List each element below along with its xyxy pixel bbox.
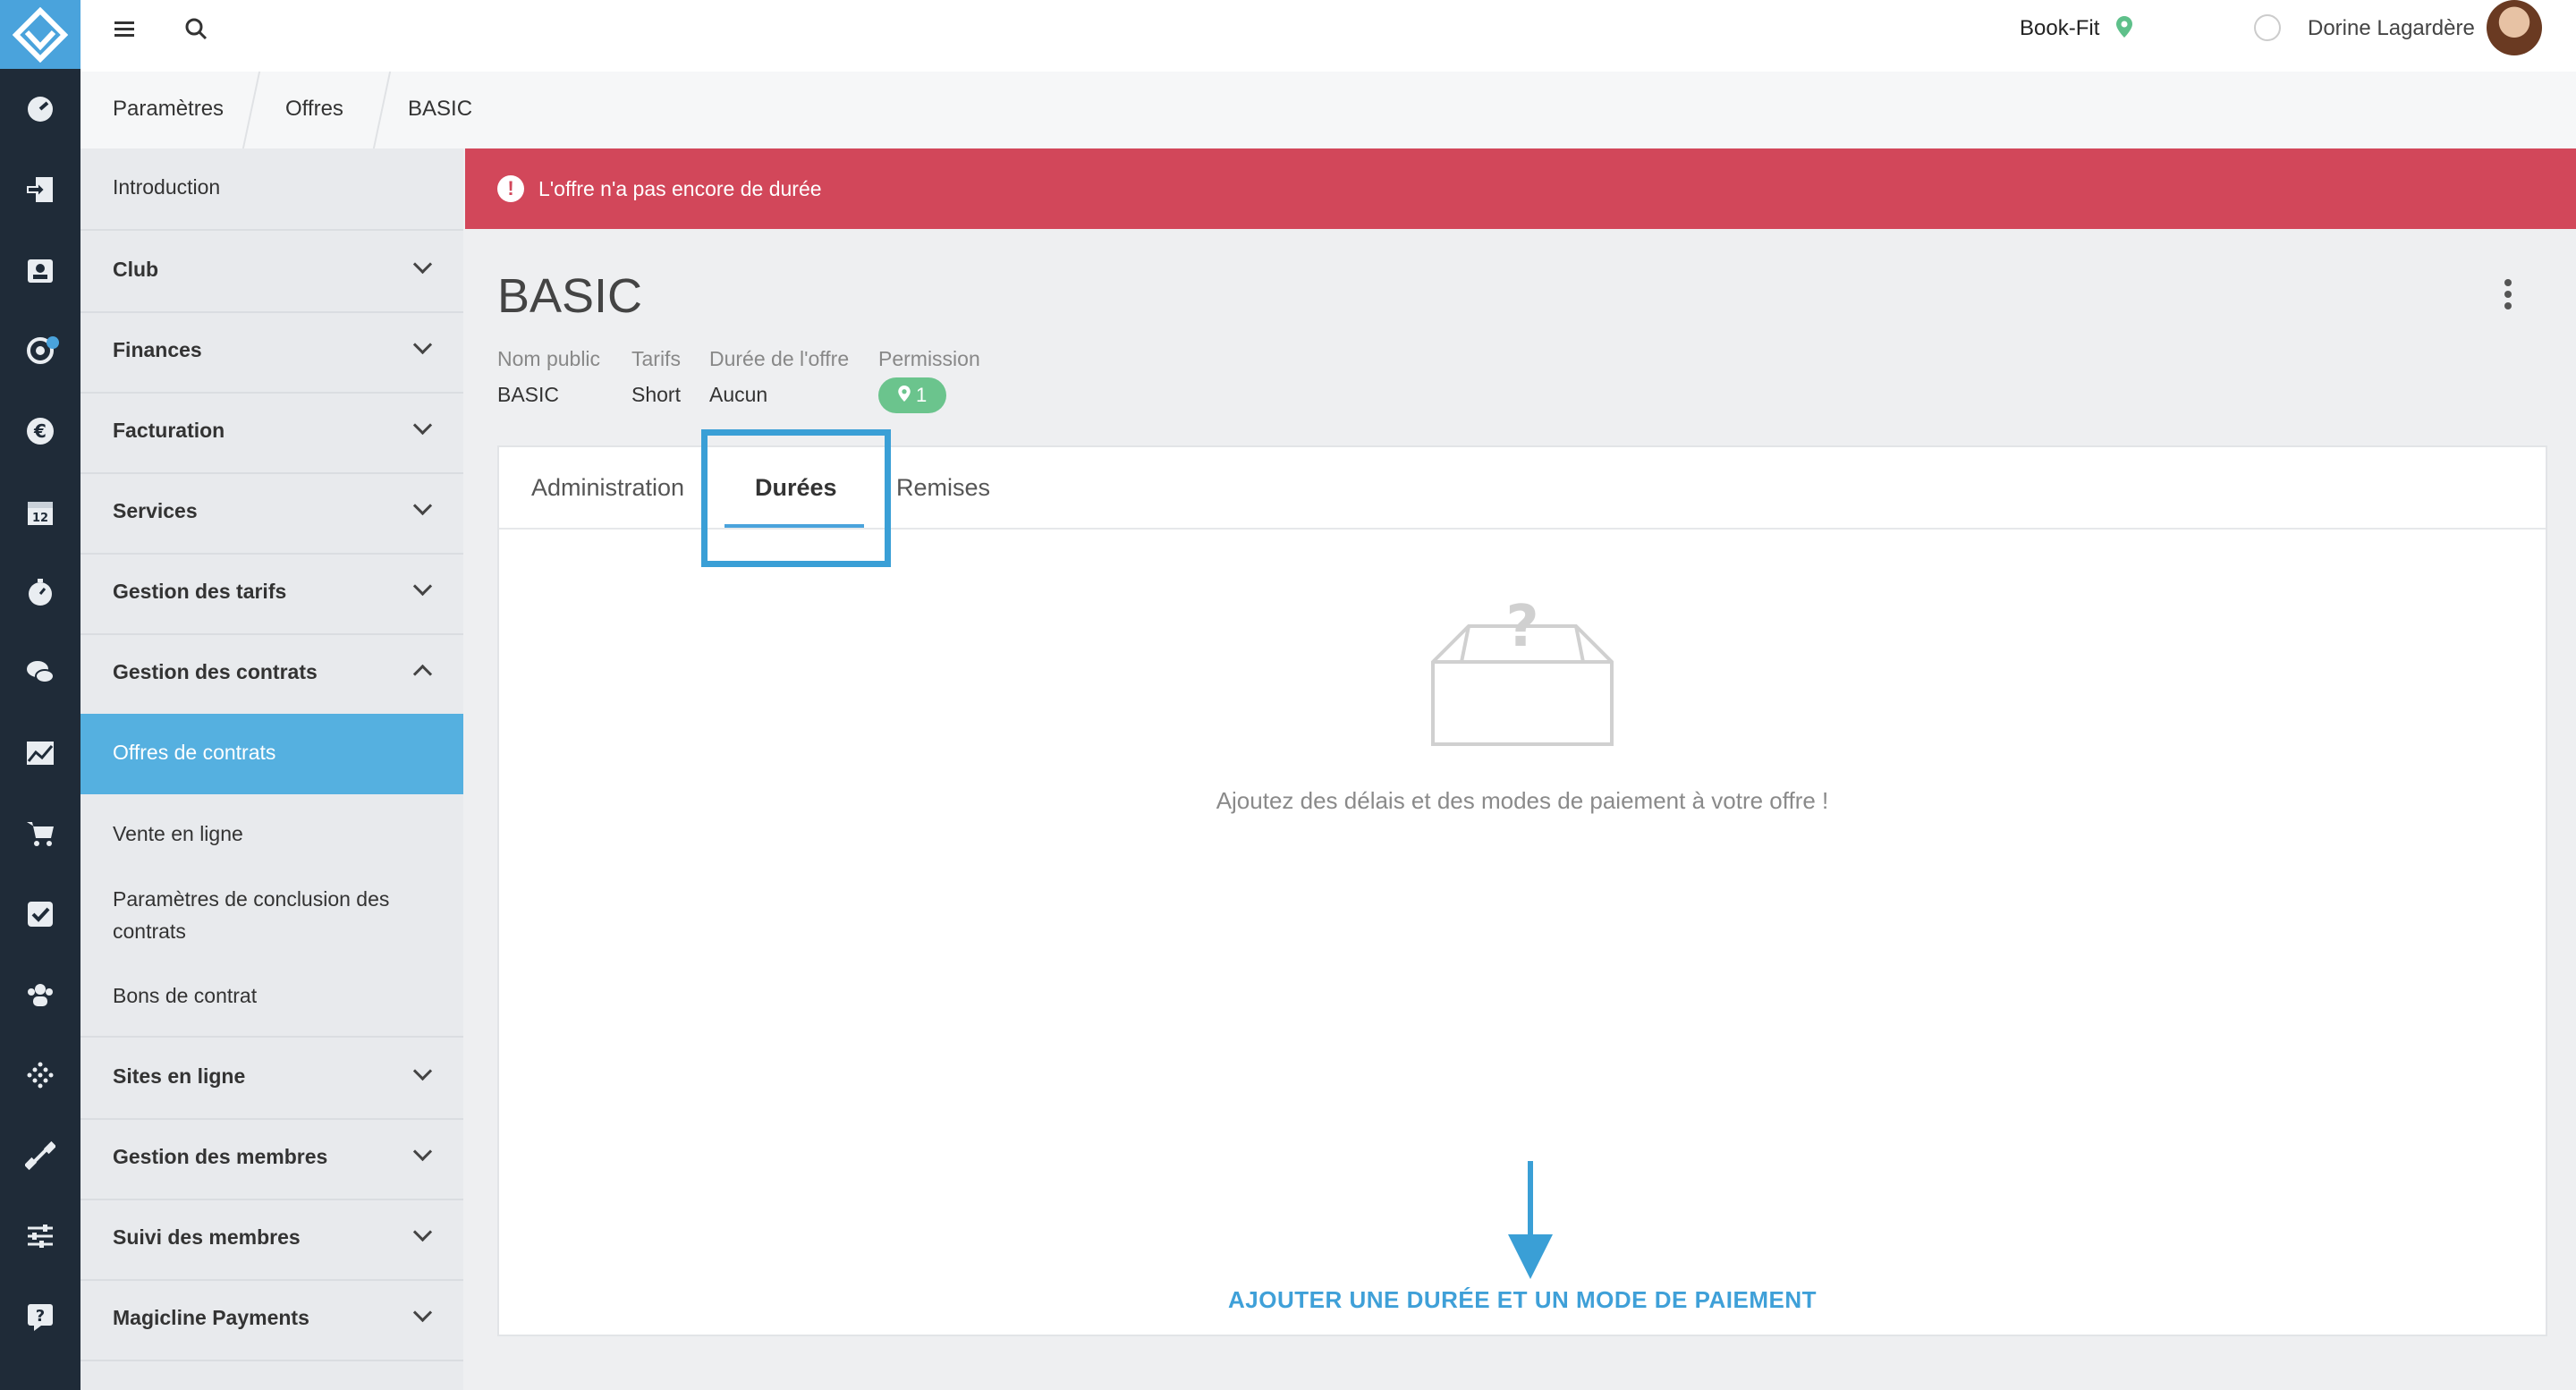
tab-remises[interactable]: Remises [896,474,990,502]
logo-icon[interactable] [0,0,80,69]
meta-value-tarifs: Short [631,383,681,406]
arrow-down-icon-head [1508,1234,1553,1279]
chevron-up-icon [412,664,433,684]
sidebar-item-gestion-des-tarifs[interactable]: Gestion des tarifs [80,553,463,635]
chevron-down-icon [412,1061,433,1081]
location-pin-icon [2116,16,2132,44]
timer-icon[interactable] [0,572,80,612]
contacts-icon[interactable] [0,250,80,290]
task-icon[interactable] [0,894,80,934]
sidebar-item-label: Finances [113,338,202,361]
chat-icon[interactable] [0,653,80,692]
settings-sliders-icon[interactable] [0,1216,80,1256]
sidebar-item-suivi-des-membres[interactable]: Suivi des membres [80,1199,463,1281]
location-pin-icon [898,386,911,402]
svg-text:12: 12 [32,512,48,525]
check-in-icon[interactable] [0,170,80,209]
page-title: BASIC [497,269,643,323]
user-name[interactable]: Dorine Lagardère [2308,16,2475,41]
sidebar-item-facturation[interactable]: Facturation [80,392,463,474]
chevron-down-icon [412,496,433,516]
chevron-down-icon [412,415,433,436]
svg-text:?: ? [1505,594,1538,660]
device-icon[interactable] [0,1055,80,1095]
meta-label-permission: Permission [878,347,980,370]
chevron-down-icon [412,1302,433,1323]
chevron-down-icon [412,335,433,355]
breadcrumb-item-parametres[interactable]: Paramètres [113,97,224,122]
sidebar-subitem-parametres-conclusion[interactable]: Paramètres de conclusion des contrats [113,883,417,947]
breadcrumb: Paramètres Offres BASIC [80,72,2576,148]
sidebar-item-label: Sites en ligne [113,1064,246,1088]
search-icon[interactable] [184,14,208,47]
sidebar-item-services[interactable]: Services [80,472,463,555]
empty-state-text: Ajoutez des délais et des modes de paiem… [1216,787,1829,814]
avatar[interactable] [2487,0,2542,55]
cart-icon[interactable] [0,814,80,853]
permission-count: 1 [915,384,928,406]
dumbbell-icon[interactable] [0,1136,80,1175]
svg-text:€: € [33,420,47,442]
group-icon[interactable] [0,975,80,1014]
svg-text:?: ? [36,1307,45,1326]
sidebar-item-label: Gestion des membres [113,1145,328,1168]
tab-highlight-box [701,429,891,567]
alert-banner: ! L'offre n'a pas encore de durée [465,148,2576,229]
breadcrumb-item-current: BASIC [408,97,473,121]
exclamation-icon: ! [497,175,524,202]
sidebar-item-magicline-payments[interactable]: Magicline Payments [80,1279,463,1361]
meta-value-nom-public: BASIC [497,383,560,406]
help-icon[interactable]: ? [0,1297,80,1336]
offer-card: Administration Durées Remises ? Ajoutez … [497,445,2547,1336]
meta-label-tarifs: Tarifs [631,347,681,370]
clock-icon[interactable] [2254,14,2281,41]
sidebar-item-label: Facturation [113,419,225,442]
sidebar-item-introduction[interactable]: Introduction [80,148,463,231]
target-icon[interactable] [0,331,80,370]
chart-icon[interactable] [0,733,80,773]
add-duration-button[interactable]: AJOUTER UNE DURÉE ET UN MODE DE PAIEMENT [499,1286,2546,1314]
notification-dot [47,336,59,349]
sidebar-item-gestion-des-contrats[interactable]: Gestion des contrats [80,633,463,716]
empty-box-icon: ? [1431,594,1614,746]
sidebar-item-finances[interactable]: Finances [80,311,463,394]
chevron-down-icon [412,576,433,597]
sidebar-item-sites-en-ligne[interactable]: Sites en ligne [80,1038,463,1120]
sidebar-item-gestion-des-membres[interactable]: Gestion des membres [80,1118,463,1200]
dashboard-icon[interactable] [0,89,80,129]
chevron-down-icon [412,254,433,275]
tab-administration[interactable]: Administration [531,474,684,502]
permission-badge[interactable]: 1 [878,377,946,413]
chevron-down-icon [412,1222,433,1242]
more-options-icon[interactable] [2504,279,2512,314]
sidebar-item-label: Introduction [113,175,221,199]
breadcrumb-separator [372,72,392,148]
sidebar-item-label: Club [113,258,159,281]
chevron-down-icon [412,1141,433,1162]
alert-text: L'offre n'a pas encore de durée [538,177,822,200]
sidebar-item-label: Gestion des contrats [113,660,318,683]
sidebar-item-offres-de-contrats[interactable]: Offres de contrats [80,714,463,794]
sidebar-item-label: Gestion des tarifs [113,580,287,603]
sidebar-subitem-vente-en-ligne[interactable]: Vente en ligne [113,818,243,850]
icon-rail: € 12 ? [0,0,80,1390]
sidebar-item-club[interactable]: Club [80,231,463,313]
menu-icon[interactable] [113,14,136,47]
top-bar [80,0,2576,72]
breadcrumb-item-offres[interactable]: Offres [285,97,343,122]
sidebar-subitem-bons-de-contrat[interactable]: Bons de contrat [113,979,257,1012]
breadcrumb-separator [242,72,261,148]
sidebar-item-label: Offres de contrats [113,741,276,764]
euro-icon[interactable]: € [0,411,80,451]
meta-label-duree: Durée de l'offre [709,347,850,370]
sidebar-item-label: Suivi des membres [113,1225,301,1249]
meta-label-nom-public: Nom public [497,347,601,370]
club-selector[interactable]: Book-Fit [2020,16,2099,41]
sidebar-item-label: Services [113,499,198,522]
calendar-icon[interactable]: 12 [0,492,80,531]
sidebar-item-label: Magicline Payments [113,1306,309,1329]
meta-value-duree: Aucun [709,383,768,406]
